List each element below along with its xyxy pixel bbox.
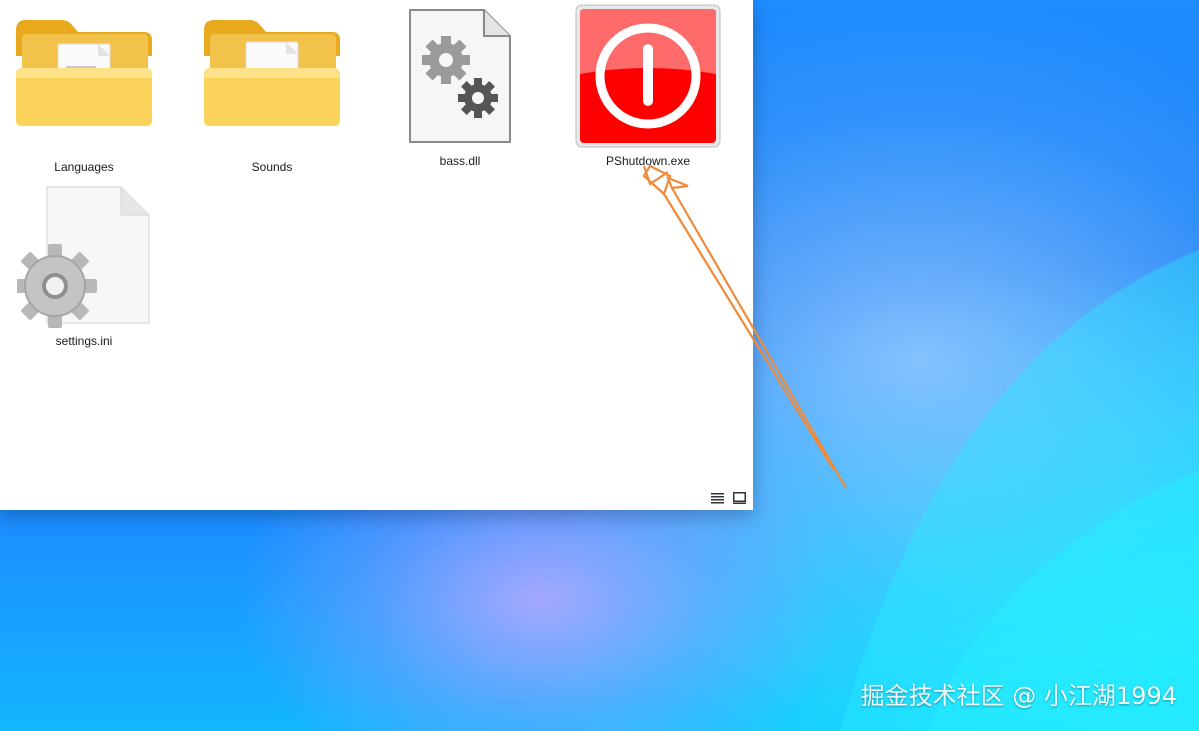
power-button-icon [575,4,721,148]
dll-gears-icon [409,9,511,143]
large-icons-view-button[interactable] [731,490,747,506]
folder-documents-icon [16,20,152,126]
tile-icon [732,492,746,504]
file-item-bass-dll[interactable]: bass.dll [395,8,525,168]
file-label: Languages [54,160,114,174]
file-item-languages[interactable]: Languages [14,16,154,174]
file-item-pshutdown-exe[interactable]: PShutdown.exe [574,4,722,168]
file-label: settings.ini [55,334,113,348]
file-item-sounds[interactable]: Sounds [202,16,342,174]
view-switcher [709,490,747,506]
details-view-button[interactable] [709,490,725,506]
file-label: PShutdown.exe [605,154,691,168]
file-item-settings-ini[interactable]: settings.ini [4,186,164,348]
file-explorer-window: Languages Sounds bass.dll PShutdown.exe … [0,0,753,510]
watermark: 掘金技术社区 @ 小江湖1994 [860,682,1177,710]
file-label: Sounds [251,160,293,174]
list-icon [710,492,724,503]
folder-media-icon [204,20,340,126]
settings-file-icon [17,186,150,328]
file-label: bass.dll [439,154,481,168]
